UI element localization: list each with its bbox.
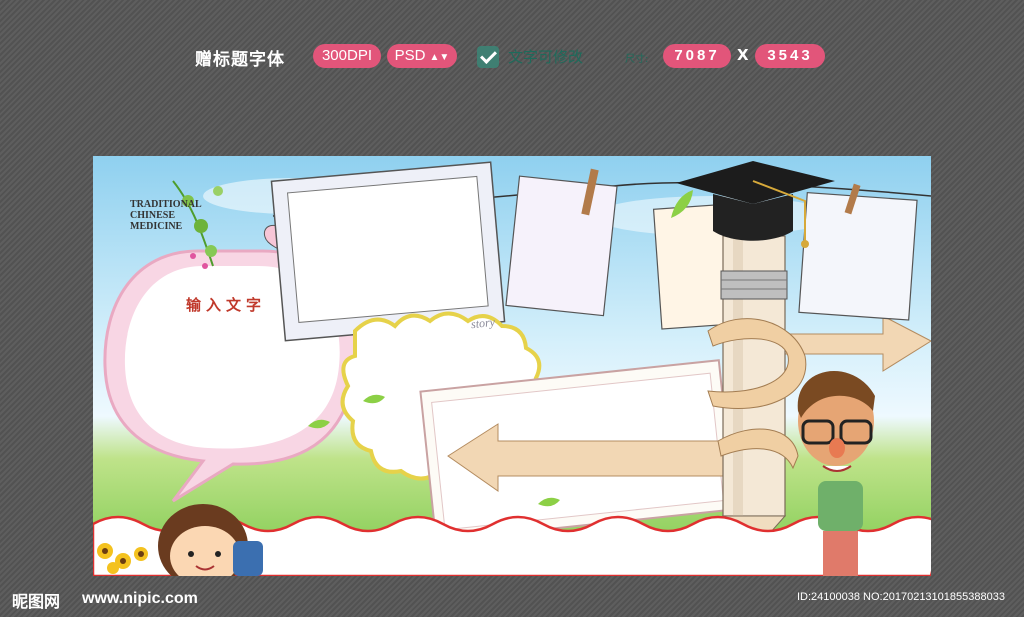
logo-title-line3: MEDICINE <box>130 221 183 232</box>
size-label: 尺寸: <box>625 54 649 65</box>
logo-title: TRADITIONAL CHINESE MEDICINE <box>130 199 202 232</box>
format-select[interactable]: PSD ▲▼ <box>387 44 457 68</box>
story-label: story <box>470 314 496 332</box>
toolbar: 赠标题字体 300DPI PSD ▲▼ 文字可修改 尺寸: 7087 X 3543 <box>0 40 1024 74</box>
checkbox-checked-icon[interactable] <box>477 46 499 68</box>
poster-preview: TRADITIONAL CHINESE MEDICINE 输入文字 story <box>93 156 931 576</box>
poster-artwork <box>93 161 931 576</box>
site-logo: 昵图网 <box>12 592 61 611</box>
editable-text-label: 文字可修改 <box>508 48 584 66</box>
logo-title-line2: CHINESE <box>130 210 176 221</box>
bubble-title: 输入文字 <box>186 296 267 314</box>
dpi-badge: 300DPI <box>313 44 381 68</box>
font-label: 赠标题字体 <box>195 50 285 70</box>
dropdown-arrows-icon: ▲▼ <box>429 52 450 63</box>
height-badge: 3543 <box>755 44 825 68</box>
logo-title-line1: TRADITIONAL <box>130 199 202 210</box>
image-id: ID:24100038 NO:20170213101855388033 <box>797 591 1005 603</box>
site-url[interactable]: www.nipic.com <box>82 590 198 608</box>
format-value: PSD <box>394 47 426 64</box>
width-badge: 7087 <box>663 44 731 68</box>
dimension-separator: X <box>737 46 749 64</box>
